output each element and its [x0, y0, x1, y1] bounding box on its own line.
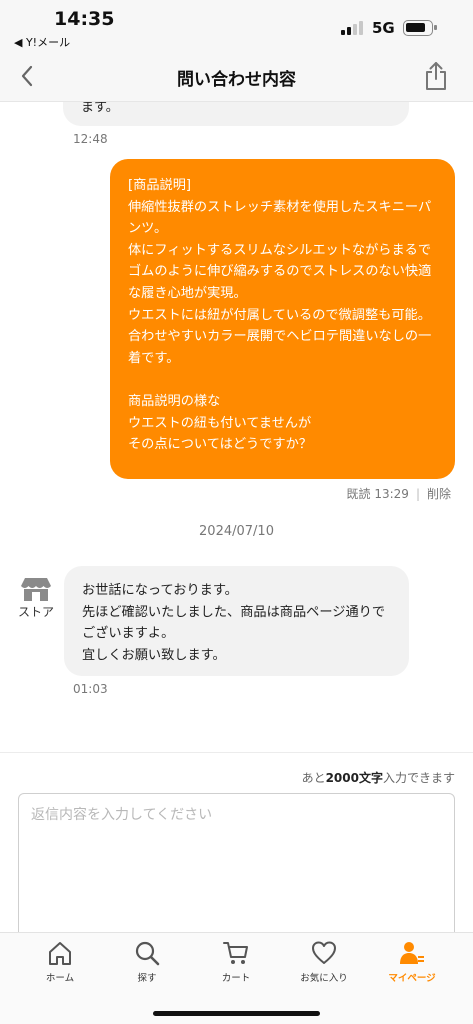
tab-search[interactable]: 探す	[112, 939, 182, 989]
home-indicator	[153, 1011, 320, 1016]
nav-bar: 問い合わせ内容	[0, 52, 473, 102]
store-icon	[21, 578, 51, 601]
page-title: 問い合わせ内容	[177, 70, 296, 90]
tab-label: マイページ	[388, 973, 436, 984]
store-avatar: ストア	[16, 576, 56, 622]
person-icon	[400, 942, 424, 964]
tab-home[interactable]: ホーム	[25, 939, 95, 989]
home-icon	[49, 942, 71, 965]
store-label: ストア	[17, 605, 54, 619]
network-label: 5G	[372, 19, 395, 37]
tab-mypage[interactable]: マイページ	[377, 939, 447, 989]
tab-label: カート	[221, 973, 251, 984]
tab-favorites[interactable]: お気に入り	[289, 939, 359, 989]
share-icon[interactable]	[421, 60, 451, 92]
back-to-app-link[interactable]: ◀ Y!メール	[14, 34, 70, 50]
status-time: 14:35	[54, 8, 115, 30]
delete-link[interactable]: 削除	[427, 487, 451, 501]
status-bar: 14:35 ◀ Y!メール 5G	[0, 0, 473, 52]
tab-bar: ホーム 探す カート お気に入り マイページ	[0, 932, 473, 1024]
message-time: 12:48	[73, 132, 108, 146]
signal-icon	[341, 21, 365, 35]
search-icon	[135, 941, 160, 966]
reply-area: あと2000文字入力できます	[0, 752, 473, 943]
cart-icon	[223, 942, 248, 964]
tab-label: お気に入り	[300, 973, 348, 984]
date-separator: 2024/07/10	[199, 524, 274, 539]
outgoing-message-bubble: [商品説明] 伸縮性抜群のストレッチ素材を使用したスキニーパンツ。 体にフィット…	[110, 159, 455, 479]
tab-cart[interactable]: カート	[201, 939, 271, 989]
heart-icon	[312, 941, 336, 964]
incoming-message-bubble: お世話になっております。 先ほど確認いたしました、商品は商品ページ通りでございま…	[64, 566, 409, 676]
incoming-message-bubble: ます。	[63, 102, 409, 126]
character-counter: あと2000文字入力できます	[301, 771, 455, 785]
message-meta: 既読 13:29 | 削除	[346, 487, 451, 501]
tab-label: ホーム	[45, 973, 75, 984]
message-time: 01:03	[73, 682, 108, 696]
message-thread[interactable]: ます。 12:48 [商品説明] 伸縮性抜群のストレッチ素材を使用したスキニーパ…	[0, 102, 473, 752]
read-status: 既読 13:29	[346, 487, 409, 501]
message-text: ます。	[81, 102, 119, 115]
reply-input[interactable]	[18, 793, 455, 943]
tab-label: 探す	[137, 973, 157, 984]
battery-icon	[403, 20, 437, 36]
